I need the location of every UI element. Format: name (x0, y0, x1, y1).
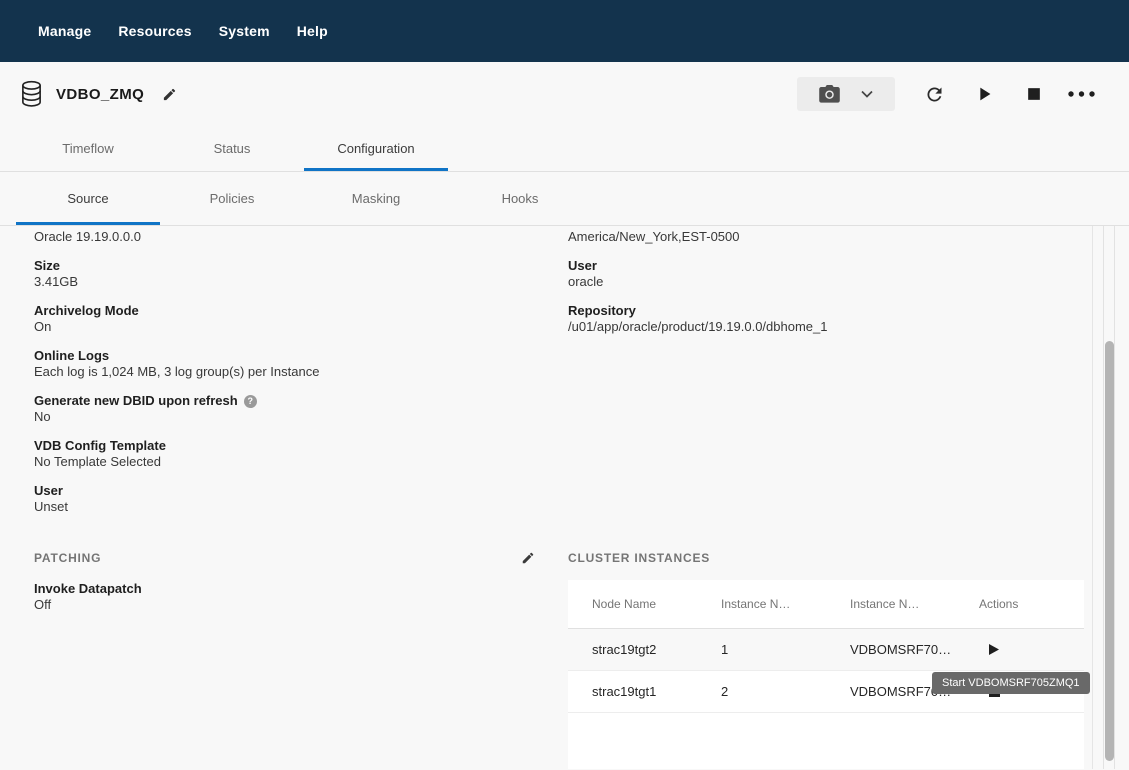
source-left-column: Oracle 19.19.0.0.0 Size 3.41GB Archivelo… (34, 229, 537, 626)
nav-item-help[interactable]: Help (297, 23, 328, 39)
source-panel: Oracle 19.19.0.0.0 Size 3.41GB Archivelo… (0, 226, 1129, 769)
edit-title-icon[interactable] (162, 87, 177, 102)
cell-instance-name: VDBOMSRF70… (850, 642, 979, 657)
chevron-down-icon (861, 90, 873, 98)
ellipsis-icon (1068, 91, 1095, 97)
column-actions: Actions (979, 597, 1084, 611)
tab-timeflow[interactable]: Timeflow (16, 126, 160, 171)
start-instance-tooltip: Start VDBOMSRF705ZMQ1 (932, 672, 1090, 694)
subtab-policies[interactable]: Policies (160, 172, 304, 225)
app-window: Manage Resources System Help VDBO_ZMQ (0, 0, 1129, 770)
field-invoke-datapatch: Invoke Datapatch Off (34, 581, 537, 613)
nav-item-manage[interactable]: Manage (38, 23, 91, 39)
cell-instance-number: 1 (721, 642, 850, 657)
refresh-button[interactable] (909, 77, 959, 111)
subtab-source[interactable]: Source (16, 172, 160, 225)
field-vdb-config-template: VDB Config Template No Template Selected (34, 438, 537, 470)
patching-header: PATCHING (34, 550, 537, 566)
play-icon (973, 83, 995, 105)
cell-node-name: strac19tgt2 (592, 642, 721, 657)
table-row[interactable]: strac19tgt2 1 VDBOMSRF70… (568, 629, 1084, 671)
field-db-version: Oracle 19.19.0.0.0 (34, 229, 537, 245)
vdb-toolbar (797, 77, 1103, 111)
cluster-instances-title: CLUSTER INSTANCES (568, 551, 710, 565)
source-right-column: America/New_York,EST-0500 User oracle Re… (568, 229, 1084, 348)
field-online-logs: Online Logs Each log is 1,024 MB, 3 log … (34, 348, 537, 380)
main-tabs: Timeflow Status Configuration (0, 126, 1129, 172)
content-divider (1092, 226, 1093, 769)
database-icon (20, 80, 43, 108)
subtab-hooks[interactable]: Hooks (448, 172, 592, 225)
camera-icon (819, 85, 840, 103)
field-generate-dbid: Generate new DBID upon refresh ? No (34, 393, 537, 425)
more-actions-button[interactable] (1059, 77, 1103, 111)
cell-node-name: strac19tgt1 (592, 684, 721, 699)
scrollbar-thumb[interactable] (1105, 341, 1114, 761)
field-archivelog-mode: Archivelog Mode On (34, 303, 537, 335)
column-instance-number: Instance N… (721, 597, 850, 611)
cell-instance-number: 2 (721, 684, 850, 699)
edit-patching-icon[interactable] (521, 551, 535, 565)
nav-item-system[interactable]: System (219, 23, 270, 39)
configuration-subtabs: Source Policies Masking Hooks (0, 172, 1129, 226)
tab-status[interactable]: Status (160, 126, 304, 171)
start-vdb-button[interactable] (959, 77, 1009, 111)
field-os-user: User oracle (568, 258, 1084, 290)
nav-item-resources[interactable]: Resources (118, 23, 191, 39)
field-user-unset: User Unset (34, 483, 537, 515)
stop-icon (1024, 84, 1044, 104)
refresh-icon (924, 84, 945, 105)
field-size: Size 3.41GB (34, 258, 537, 290)
field-timezone: America/New_York,EST-0500 (568, 229, 1084, 245)
column-node-name: Node Name (592, 597, 721, 611)
page-header: VDBO_ZMQ (0, 62, 1129, 126)
cluster-instances-table: Node Name Instance N… Instance N… Action… (568, 580, 1084, 769)
start-instance-icon[interactable] (989, 644, 999, 655)
tab-configuration[interactable]: Configuration (304, 126, 448, 171)
cluster-instances-section: CLUSTER INSTANCES Node Name Instance N… … (568, 550, 1084, 769)
stop-vdb-button[interactable] (1009, 77, 1059, 111)
column-instance-name: Instance N… (850, 597, 979, 611)
patching-title: PATCHING (34, 551, 101, 565)
help-icon[interactable]: ? (244, 395, 257, 408)
top-navbar: Manage Resources System Help (0, 0, 1129, 62)
field-repository: Repository /u01/app/oracle/product/19.19… (568, 303, 1084, 335)
snapshot-button[interactable] (797, 77, 895, 111)
table-header-row: Node Name Instance N… Instance N… Action… (568, 580, 1084, 629)
page-title: VDBO_ZMQ (56, 86, 144, 103)
subtab-masking[interactable]: Masking (304, 172, 448, 225)
vertical-scrollbar[interactable] (1103, 226, 1115, 769)
